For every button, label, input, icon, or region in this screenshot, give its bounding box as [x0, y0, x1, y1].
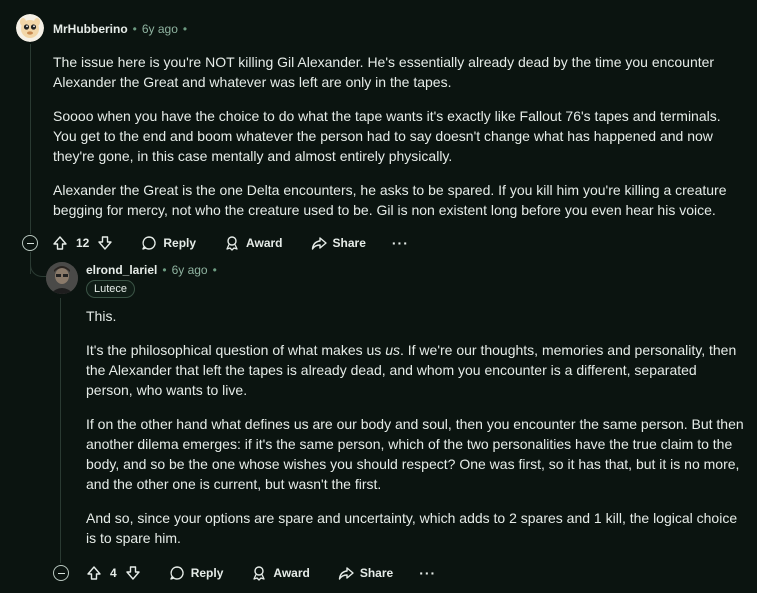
meta-separator: •: [162, 263, 167, 277]
reply-label: Reply: [163, 236, 197, 250]
snoo-avatar-icon: [16, 14, 44, 42]
comment-paragraph: The issue here is you're NOT killing Gil…: [53, 54, 715, 90]
comment-bubble-icon: [169, 566, 184, 580]
upvote-icon[interactable]: [86, 565, 102, 581]
comment-timestamp[interactable]: 6y ago: [142, 22, 178, 36]
award-button[interactable]: Award: [251, 565, 310, 581]
meta-separator: •: [182, 22, 188, 36]
award-icon: [226, 236, 238, 251]
emphasized-text: us: [385, 342, 400, 358]
comment-timestamp[interactable]: 6y ago: [172, 263, 208, 277]
avatar[interactable]: [46, 262, 78, 294]
meta-separator: •: [212, 263, 217, 277]
more-options-icon: ···: [391, 235, 409, 251]
reply-button[interactable]: Reply: [141, 235, 196, 251]
vote-group: 12: [52, 235, 113, 251]
comment-paragraph: Alexander the Great is the one Delta enc…: [53, 182, 727, 218]
share-label: Share: [332, 236, 366, 250]
share-label: Share: [359, 566, 394, 580]
comment-paragraph: Soooo when you have the choice to do wha…: [53, 108, 721, 164]
award-button[interactable]: Award: [224, 235, 283, 251]
downvote-icon[interactable]: [97, 235, 113, 251]
vote-count: 4: [110, 566, 117, 580]
comment-paragraph: This.: [86, 308, 117, 324]
award-label: Award: [273, 566, 310, 580]
paragraph-text: It's the philosophical question of what …: [86, 342, 386, 358]
reply-label: Reply: [190, 566, 224, 580]
comment-body: The issue here is you're NOT killing Gil…: [53, 52, 733, 220]
award-label: Award: [246, 236, 283, 250]
comment-author[interactable]: MrHubberino: [53, 22, 128, 36]
thread-line-main: [30, 44, 31, 234]
comment-author[interactable]: elrond_lariel: [86, 263, 157, 277]
vote-count: 12: [76, 236, 90, 250]
award-icon: [253, 566, 266, 581]
more-options-icon: ···: [419, 565, 437, 581]
vote-group: 4: [86, 565, 141, 581]
share-icon: [338, 567, 354, 580]
downvote-icon[interactable]: [125, 565, 141, 581]
comment-action-bar: 12 Reply Award Share ···: [52, 231, 409, 255]
user-flair: Lutece: [86, 280, 136, 298]
comment-bubble-icon: [142, 236, 157, 250]
collapse-thread-button[interactable]: [53, 565, 69, 581]
thread-curve: [30, 252, 47, 277]
comment-paragraph: And so, since your options are spare and…: [86, 510, 738, 546]
comment-paragraph: It's the philosophical question of what …: [86, 340, 746, 400]
collapse-thread-button[interactable]: [22, 235, 38, 251]
share-button[interactable]: Share: [311, 235, 366, 251]
comment-meta: MrHubberino • 6y ago •: [53, 22, 187, 36]
comment-paragraph: If on the other hand what defines us are…: [86, 416, 744, 492]
thread-line-reply: [60, 298, 61, 563]
reply-button[interactable]: Reply: [169, 565, 224, 581]
upvote-icon[interactable]: [52, 235, 68, 251]
more-options-button[interactable]: ···: [419, 565, 436, 581]
share-icon: [311, 237, 327, 250]
user-photo-icon: [46, 262, 78, 294]
comment-action-bar: 4 Reply Award Share ···: [86, 561, 436, 585]
share-button[interactable]: Share: [338, 565, 393, 581]
comment-meta: elrond_lariel • 6y ago •: [86, 263, 217, 277]
avatar[interactable]: [16, 14, 44, 42]
meta-separator: •: [132, 22, 137, 36]
comment-body: This. It's the philosophical question of…: [86, 306, 746, 548]
more-options-button[interactable]: ···: [392, 235, 409, 251]
